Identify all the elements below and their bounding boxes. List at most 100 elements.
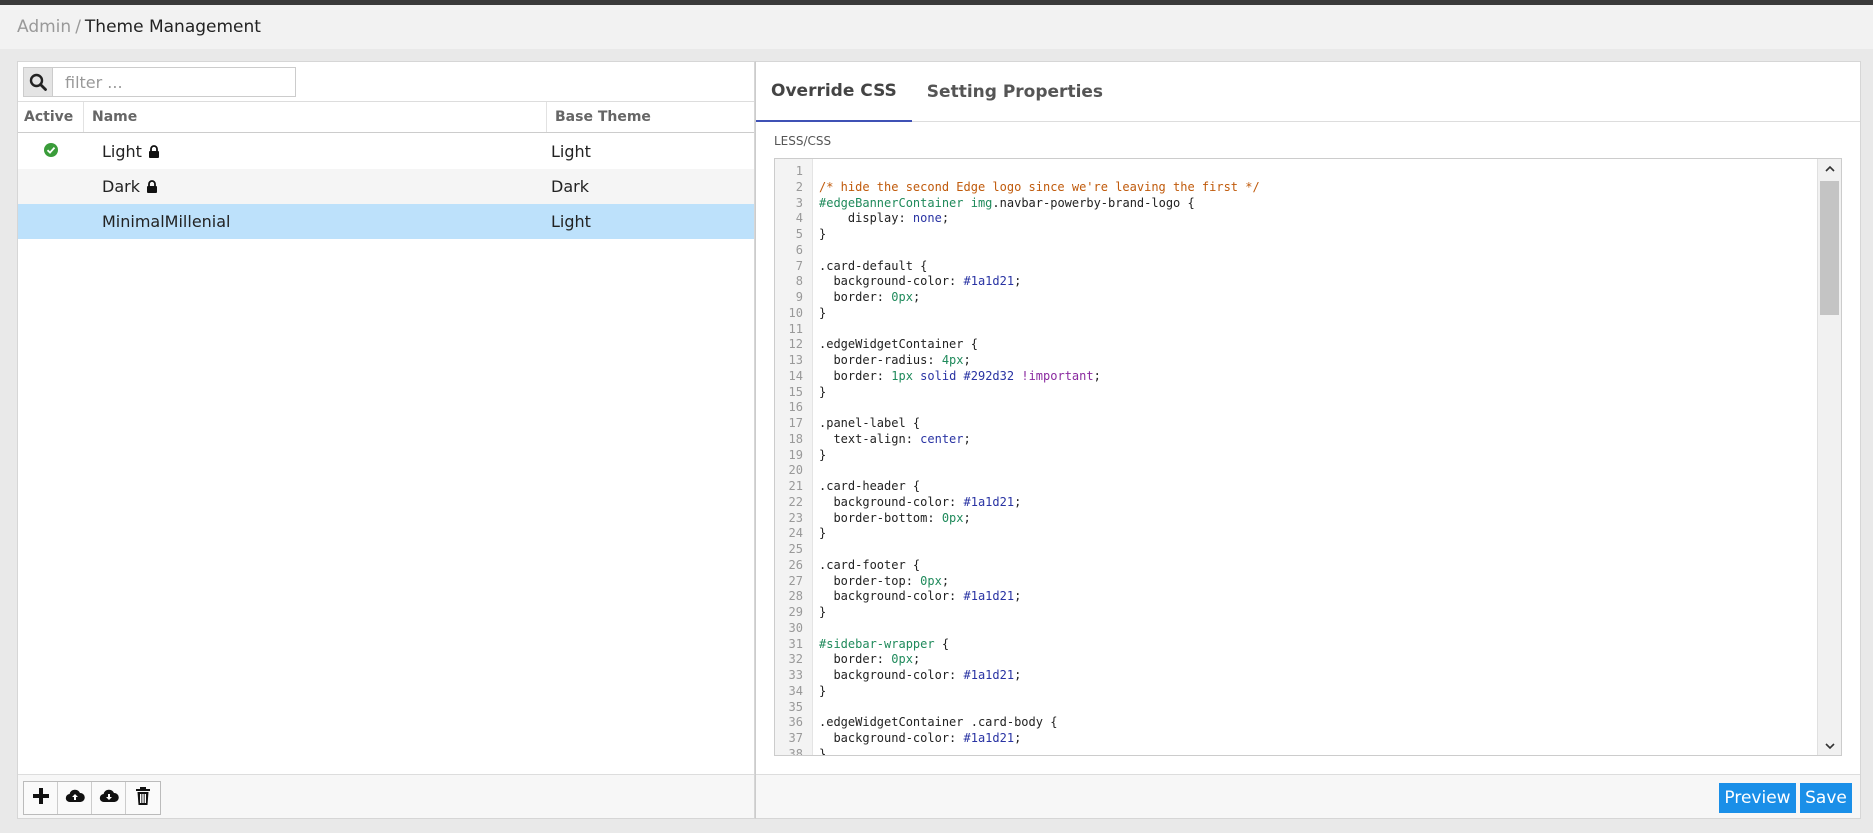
line-content: background-color: #1a1d21; bbox=[819, 589, 1022, 604]
code-line[interactable]: 5} bbox=[775, 227, 1815, 243]
code-line[interactable]: 24} bbox=[775, 526, 1815, 542]
code-line[interactable]: 8 background-color: #1a1d21; bbox=[775, 274, 1815, 290]
code-line[interactable]: 26 .card-footer { bbox=[775, 558, 1815, 574]
code-line[interactable]: 15} bbox=[775, 385, 1815, 401]
code-line[interactable]: 30 bbox=[775, 621, 1815, 637]
code-line[interactable]: 10} bbox=[775, 306, 1815, 322]
code-line[interactable]: 23 border-bottom: 0px; bbox=[775, 511, 1815, 527]
code-line[interactable]: 34} bbox=[775, 684, 1815, 700]
line-content bbox=[808, 700, 819, 716]
lock-icon bbox=[148, 145, 160, 158]
code-line[interactable]: 6 bbox=[775, 243, 1815, 259]
code-line[interactable]: 27 border-top: 0px; bbox=[775, 574, 1815, 590]
line-number: 20 bbox=[788, 463, 803, 478]
line-content: .card-footer { bbox=[819, 557, 921, 572]
line-number: 22 bbox=[788, 494, 803, 509]
line-content: .edgeWidgetContainer .card-body { bbox=[819, 715, 1058, 730]
line-number: 34 bbox=[788, 683, 803, 698]
code-line[interactable]: 32 border: 0px; bbox=[775, 652, 1815, 668]
code-line[interactable]: 2 /* hide the second Edge logo since we'r… bbox=[775, 180, 1815, 196]
code-line[interactable]: 21 .card-header { bbox=[775, 479, 1815, 495]
code-line[interactable]: 16 bbox=[775, 400, 1815, 416]
code-line[interactable]: 33 background-color: #1a1d21; bbox=[775, 668, 1815, 684]
code-line[interactable]: 20 bbox=[775, 463, 1815, 479]
upload-theme-button[interactable] bbox=[58, 782, 92, 814]
line-content: border: 1px solid #292d32 !important; bbox=[819, 368, 1101, 383]
theme-name: Light bbox=[102, 142, 142, 161]
code-line[interactable]: 17 .panel-label { bbox=[775, 416, 1815, 432]
line-number: 7 bbox=[795, 258, 803, 273]
line-number: 23 bbox=[788, 510, 803, 525]
column-header-active[interactable]: Active bbox=[18, 102, 83, 132]
code-line[interactable]: 14 border: 1px solid #292d32 !important; bbox=[775, 369, 1815, 385]
line-content: border-top: 0px; bbox=[819, 573, 950, 588]
table-row[interactable]: Light Light bbox=[18, 134, 754, 169]
code-line[interactable]: 36 .edgeWidgetContainer .card-body { bbox=[775, 715, 1815, 731]
active-cell bbox=[18, 169, 83, 204]
scroll-down-arrow-icon[interactable] bbox=[1818, 737, 1841, 755]
code-line[interactable]: 9 border: 0px; bbox=[775, 290, 1815, 306]
cloud-upload-icon bbox=[65, 788, 85, 808]
search-icon[interactable] bbox=[23, 67, 53, 97]
line-content: } bbox=[819, 227, 827, 241]
tab-setting-properties[interactable]: Setting Properties bbox=[912, 62, 1118, 122]
code-line[interactable]: 19} bbox=[775, 448, 1815, 464]
code-line[interactable]: 25 bbox=[775, 542, 1815, 558]
line-content: text-align: center; bbox=[819, 431, 971, 446]
add-theme-button[interactable] bbox=[24, 782, 58, 814]
line-content bbox=[808, 542, 819, 558]
code-line[interactable]: 18 text-align: center; bbox=[775, 432, 1815, 448]
table-row[interactable]: MinimalMillenial Light bbox=[18, 204, 754, 239]
scrollbar-thumb[interactable] bbox=[1820, 181, 1839, 315]
code-line[interactable]: 11 bbox=[775, 322, 1815, 338]
code-line[interactable]: 37 background-color: #1a1d21; bbox=[775, 731, 1815, 747]
line-number: 36 bbox=[788, 715, 803, 730]
line-number: 21 bbox=[788, 479, 803, 493]
delete-theme-button[interactable] bbox=[126, 782, 160, 814]
editor-footer: Preview Save bbox=[756, 774, 1860, 818]
line-content: } bbox=[819, 384, 827, 399]
line-number: 29 bbox=[788, 605, 803, 619]
plus-icon bbox=[32, 787, 50, 809]
code-line[interactable]: 38} bbox=[775, 746, 1815, 756]
css-code-editor[interactable]: 1 2 /* hide the second Edge logo since we'… bbox=[774, 158, 1842, 756]
code-line[interactable]: 1 bbox=[775, 164, 1815, 180]
line-content bbox=[808, 164, 819, 180]
code-lines[interactable]: 1 2 /* hide the second Edge logo since we'… bbox=[775, 164, 1815, 756]
base-theme-cell: Dark bbox=[551, 177, 589, 196]
save-button[interactable]: Save bbox=[1800, 783, 1852, 813]
code-line[interactable]: 7 .card-default { bbox=[775, 259, 1815, 275]
line-number: 9 bbox=[795, 290, 803, 304]
table-row[interactable]: Dark Dark bbox=[18, 169, 754, 204]
line-number: 26 bbox=[788, 557, 803, 572]
tab-override-css[interactable]: Override CSS bbox=[756, 62, 912, 122]
filter-bar bbox=[23, 67, 296, 97]
code-line[interactable]: 13 border-radius: 4px; bbox=[775, 353, 1815, 369]
line-number: 24 bbox=[788, 526, 803, 541]
line-content: } bbox=[819, 746, 827, 756]
code-line[interactable]: 3 #edgeBannerContainer img.navbar-powerby… bbox=[775, 196, 1815, 212]
line-number: 33 bbox=[788, 668, 803, 682]
vertical-scrollbar[interactable] bbox=[1817, 159, 1841, 755]
code-line[interactable]: 35 bbox=[775, 700, 1815, 716]
filter-input[interactable] bbox=[53, 67, 296, 97]
code-line[interactable]: 12 .edgeWidgetContainer { bbox=[775, 337, 1815, 353]
preview-button[interactable]: Preview bbox=[1719, 783, 1796, 813]
code-line[interactable]: 22 background-color: #1a1d21; bbox=[775, 495, 1815, 511]
scroll-up-arrow-icon[interactable] bbox=[1818, 159, 1841, 177]
code-line[interactable]: 29} bbox=[775, 605, 1815, 621]
line-number: 17 bbox=[788, 416, 803, 430]
line-number: 15 bbox=[788, 384, 803, 399]
line-content: .card-header { bbox=[819, 479, 921, 493]
line-number: 12 bbox=[788, 337, 803, 352]
column-header-name[interactable]: Name bbox=[83, 102, 546, 132]
column-header-base-theme[interactable]: Base Theme bbox=[546, 102, 754, 132]
download-theme-button[interactable] bbox=[92, 782, 126, 814]
line-content: border: 0px; bbox=[819, 290, 921, 304]
code-line[interactable]: 31 #sidebar-wrapper { bbox=[775, 637, 1815, 653]
code-line[interactable]: 4 display: none; bbox=[775, 211, 1815, 227]
cloud-download-icon bbox=[99, 788, 119, 808]
code-line[interactable]: 28 background-color: #1a1d21; bbox=[775, 589, 1815, 605]
line-number: 25 bbox=[788, 542, 803, 556]
breadcrumb-admin-link[interactable]: Admin bbox=[17, 17, 71, 37]
